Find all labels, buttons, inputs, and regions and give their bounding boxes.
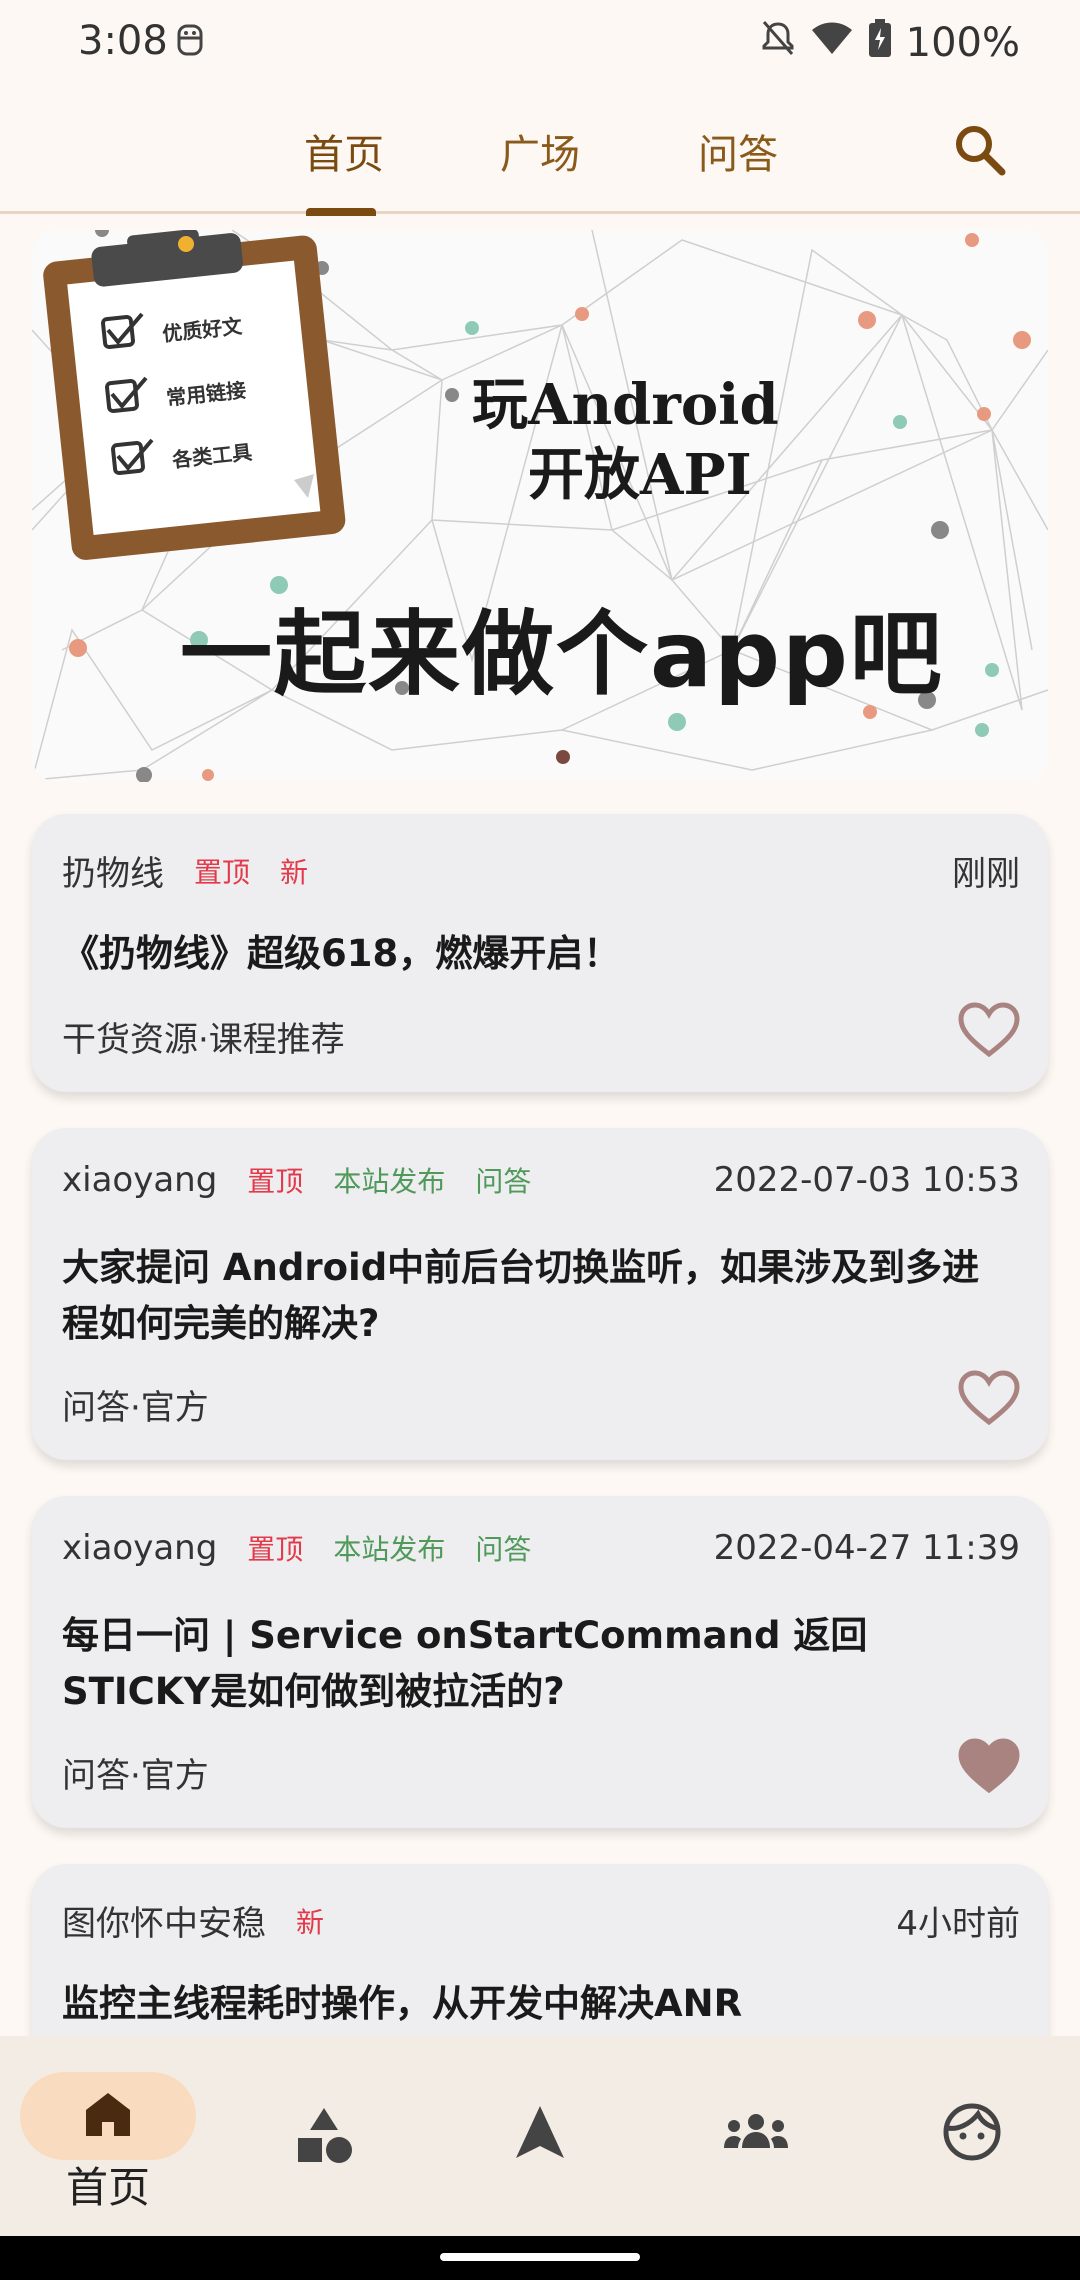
article-time: 2022-07-03 10:53 (713, 1160, 1020, 1200)
article-author[interactable]: 扔物线 (62, 846, 164, 895)
article-time: 4小时前 (896, 1904, 1020, 1944)
article-title: 每日一问 | Service onStartCommand 返回STICKY是如… (62, 1614, 868, 1713)
nav-square[interactable] (216, 2036, 432, 2236)
status-time: 3:08 (78, 18, 168, 64)
article-card[interactable]: xiaoyang 置顶 本站发布 问答 2022-07-03 10:53 大家提… (32, 1128, 1048, 1460)
wifi-icon (810, 20, 854, 66)
shapes-icon (294, 2106, 354, 2170)
face-icon (942, 2102, 1002, 2166)
tag-site-post: 本站发布 (333, 1533, 446, 1566)
tag-qa: 问答 (475, 1165, 532, 1198)
mute-icon (760, 18, 796, 68)
article-title: 监控主线程耗时操作，从开发中解决ANR (62, 1982, 743, 2025)
heart-outline-icon[interactable] (958, 1002, 1020, 1062)
status-bar: 3:08 100% (0, 0, 1080, 84)
article-time: 2022-04-27 11:39 (713, 1528, 1020, 1568)
tab-square[interactable]: 广场 (500, 122, 580, 180)
carousel-indicator (556, 750, 570, 764)
banner-title: 玩Android (472, 372, 779, 438)
navigation-icon (514, 2104, 566, 2164)
android-debug-icon (176, 22, 204, 62)
article-card[interactable]: xiaoyang 置顶 本站发布 问答 2022-04-27 11:39 每日一… (32, 1496, 1048, 1828)
tab-qa[interactable]: 问答 (698, 122, 778, 180)
article-chapter[interactable]: 问答·官方 (62, 1748, 209, 1797)
nav-profile[interactable] (864, 2036, 1080, 2236)
battery-percent: 100% (905, 20, 1020, 66)
tab-home[interactable]: 首页 (304, 122, 384, 180)
article-author[interactable]: 图你怀中安稳 (62, 1896, 266, 1945)
bottom-navigation: 首页 (0, 2036, 1080, 2236)
tag-qa: 问答 (475, 1533, 532, 1566)
tag-new: 新 (280, 855, 309, 889)
article-author[interactable]: xiaoyang (62, 1160, 217, 1200)
banner-subtitle: 开放API (528, 442, 752, 508)
nav-home[interactable]: 首页 (0, 2036, 216, 2236)
article-time: 刚刚 (952, 854, 1020, 894)
top-tab-bar: 首页 广场 问答 (0, 96, 1080, 216)
article-card[interactable]: 扔物线 置顶 新 刚刚 《扔物线》超级618，燃爆开启！ 干货资源·课程推荐 (32, 814, 1048, 1092)
nav-navigation[interactable] (432, 2036, 648, 2236)
groups-icon (722, 2112, 790, 2156)
battery-icon (868, 19, 892, 67)
tag-new: 新 (296, 1905, 325, 1939)
heart-outline-icon[interactable] (958, 1370, 1020, 1430)
nav-home-label: 首页 (65, 2163, 150, 2212)
tag-site-post: 本站发布 (333, 1165, 446, 1198)
article-title: 《扔物线》超级618，燃爆开启！ (62, 932, 621, 975)
tag-top: 置顶 (247, 1533, 304, 1566)
article-author[interactable]: xiaoyang (62, 1528, 217, 1568)
banner-slogan: 一起来做个app吧 (180, 601, 944, 708)
article-chapter[interactable]: 问答·官方 (62, 1380, 209, 1429)
article-chapter[interactable]: 干货资源·课程推荐 (62, 1012, 345, 1061)
home-handle[interactable] (440, 2253, 640, 2261)
heart-filled-icon[interactable] (958, 1738, 1020, 1798)
article-title: 大家提问 Android中前后台切换监听，如果涉及到多进程如何完美的解决? (62, 1246, 980, 1345)
tab-indicator (306, 208, 376, 216)
search-icon[interactable] (950, 120, 1010, 184)
nav-system[interactable] (648, 2036, 864, 2236)
tag-top: 置顶 (247, 1165, 304, 1198)
banner-carousel[interactable]: 优质好文 常用链接 各类工具 玩Android 开放API 一起来做个app吧 (32, 230, 1048, 782)
tag-top: 置顶 (194, 855, 251, 889)
gesture-bar (0, 2236, 1080, 2280)
home-icon (84, 2090, 132, 2142)
